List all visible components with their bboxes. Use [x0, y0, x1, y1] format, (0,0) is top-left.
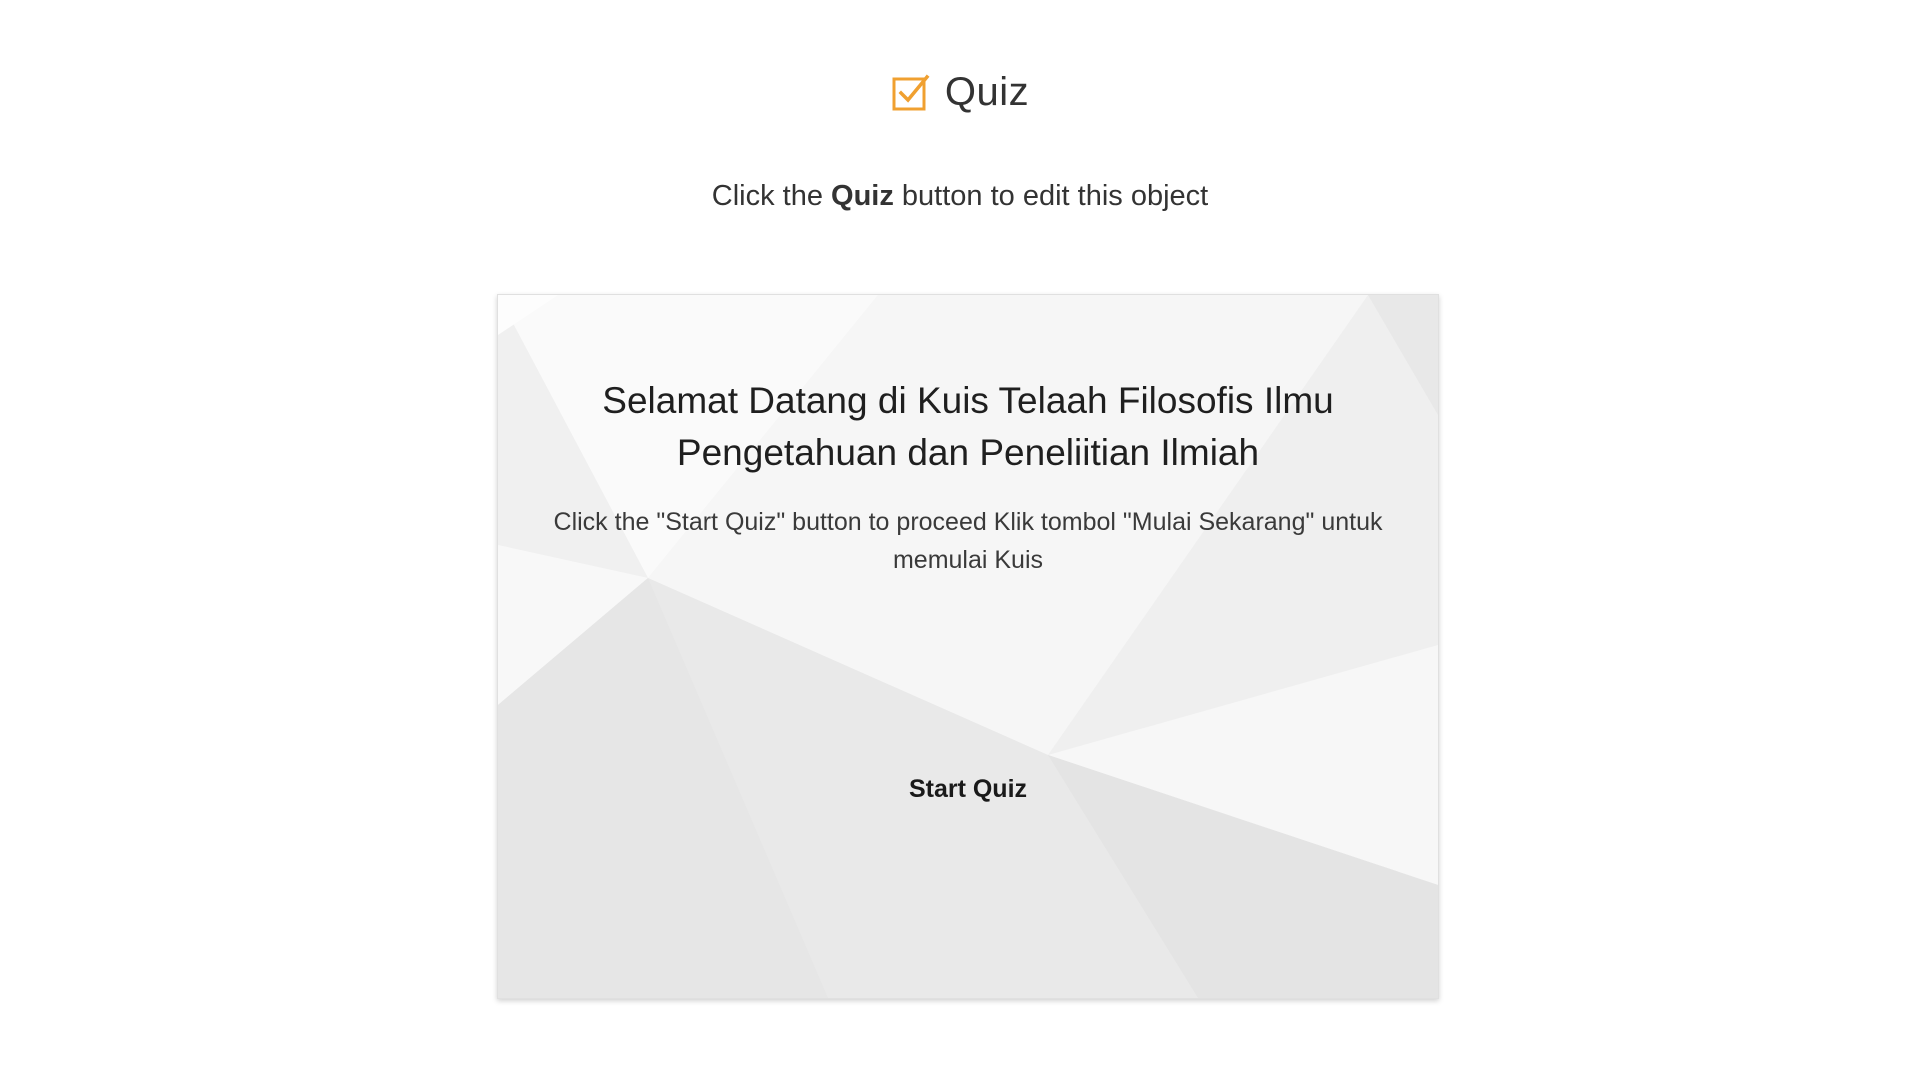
page-title: Quiz — [944, 70, 1030, 114]
checkbox-check-icon — [892, 74, 930, 110]
instruction-suffix: button to edit this object — [893, 180, 1209, 212]
instruction-prefix: Click the — [711, 180, 832, 212]
instruction-bold-quiz: Quiz — [831, 180, 894, 212]
quiz-welcome-title: Selamat Datang di Kuis Telaah Filosofis … — [602, 380, 1334, 473]
quiz-header: Quiz — [0, 70, 1920, 115]
edit-instruction: Click the Quiz button to edit this objec… — [0, 180, 1920, 213]
quiz-instructions: Click the "Start Quiz" button to proceed… — [553, 508, 1383, 574]
card-content: Selamat Datang di Kuis Telaah Filosofis … — [498, 295, 1438, 998]
quiz-object-page: Quiz Click the Quiz button to edit this … — [0, 0, 1920, 1080]
start-quiz-button[interactable]: Start Quiz — [868, 759, 1068, 819]
quiz-preview-card[interactable]: Selamat Datang di Kuis Telaah Filosofis … — [497, 294, 1439, 999]
